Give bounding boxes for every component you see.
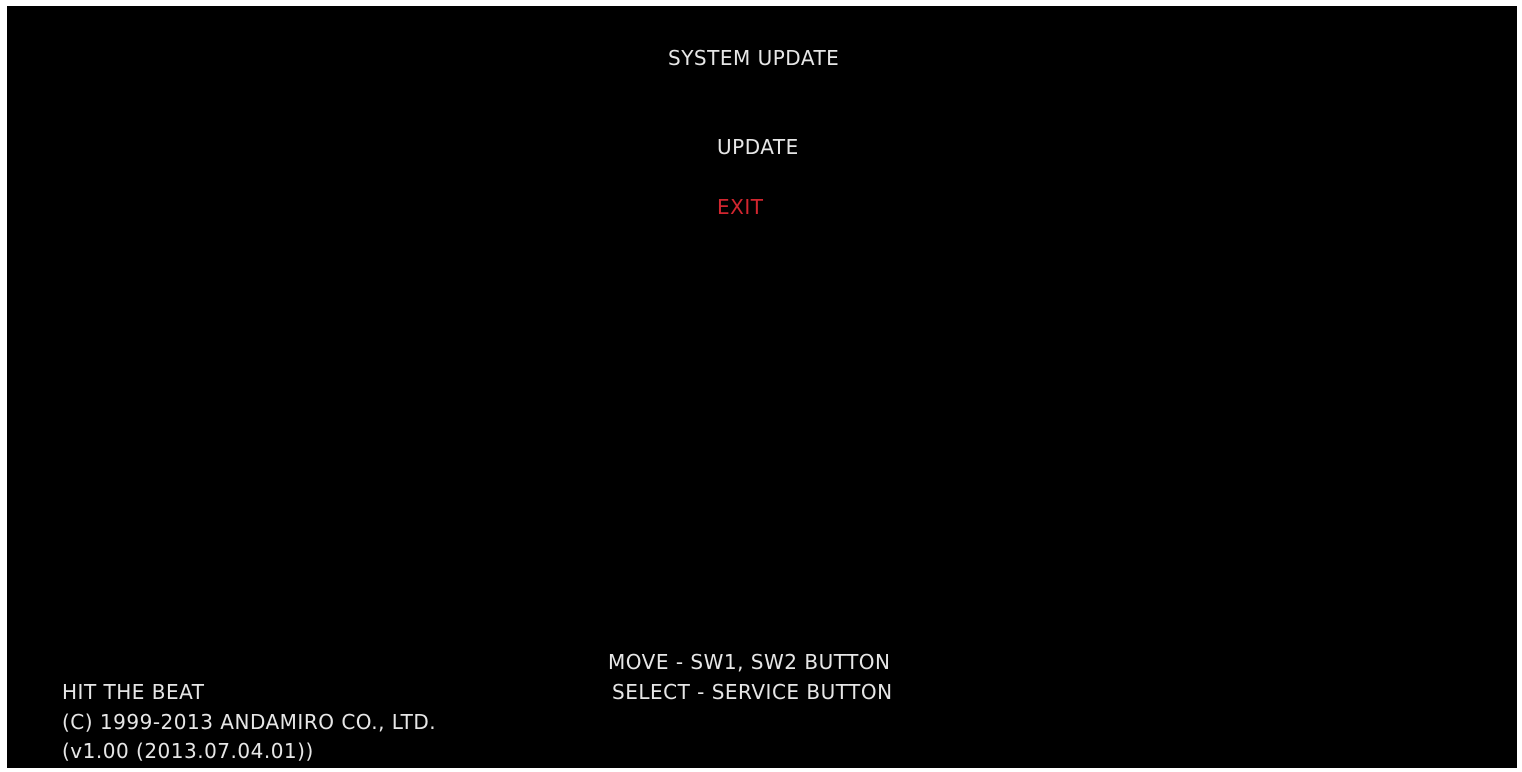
menu-item-exit[interactable]: EXIT [717,195,763,219]
menu-item-update[interactable]: UPDATE [717,135,799,159]
help-select-instruction: SELECT - SERVICE BUTTON [612,680,893,704]
game-name: HIT THE BEAT [62,680,205,704]
page-title: SYSTEM UPDATE [668,46,840,70]
copyright-notice: (C) 1999-2013 ANDAMIRO CO., LTD. [62,710,437,734]
help-move-instruction: MOVE - SW1, SW2 BUTTON [608,650,891,674]
version-label: (v1.00 (2013.07.04.01)) [62,739,314,763]
service-menu-screen: SYSTEM UPDATE UPDATE EXIT MOVE - SW1, SW… [7,6,1517,768]
